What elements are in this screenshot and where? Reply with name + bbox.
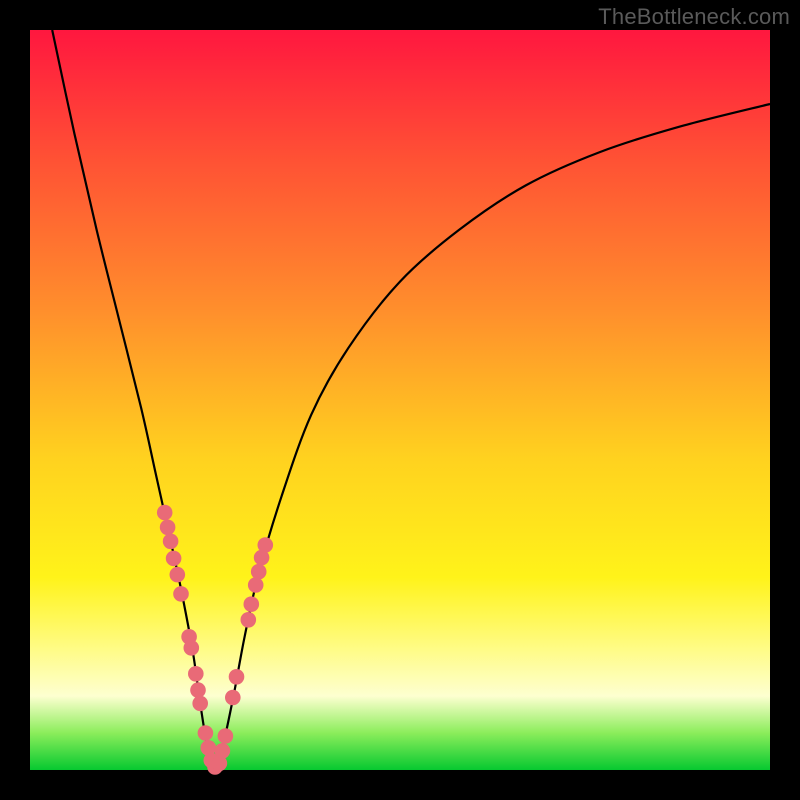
bottleneck-curve xyxy=(52,30,770,770)
curve-marker xyxy=(192,696,208,712)
curve-marker xyxy=(160,520,176,536)
attribution-text: TheBottleneck.com xyxy=(598,4,790,30)
chart-svg xyxy=(30,30,770,770)
curve-marker xyxy=(218,728,234,744)
curve-marker xyxy=(184,640,200,656)
curve-marker xyxy=(225,690,241,706)
curve-marker xyxy=(198,725,214,741)
marker-group xyxy=(157,505,273,775)
plot-area xyxy=(30,30,770,770)
curve-marker xyxy=(188,666,204,682)
curve-marker xyxy=(258,537,274,553)
curve-marker xyxy=(241,612,257,628)
curve-marker xyxy=(166,551,182,567)
curve-marker xyxy=(173,586,189,602)
curve-marker xyxy=(215,743,231,759)
curve-marker xyxy=(190,682,206,698)
curve-marker xyxy=(170,567,186,583)
curve-marker xyxy=(248,577,264,593)
chart-frame: TheBottleneck.com xyxy=(0,0,800,800)
curve-marker xyxy=(229,669,245,685)
curve-marker xyxy=(251,564,267,580)
curve-marker xyxy=(157,505,173,521)
curve-marker xyxy=(163,534,179,550)
curve-marker xyxy=(244,596,260,612)
